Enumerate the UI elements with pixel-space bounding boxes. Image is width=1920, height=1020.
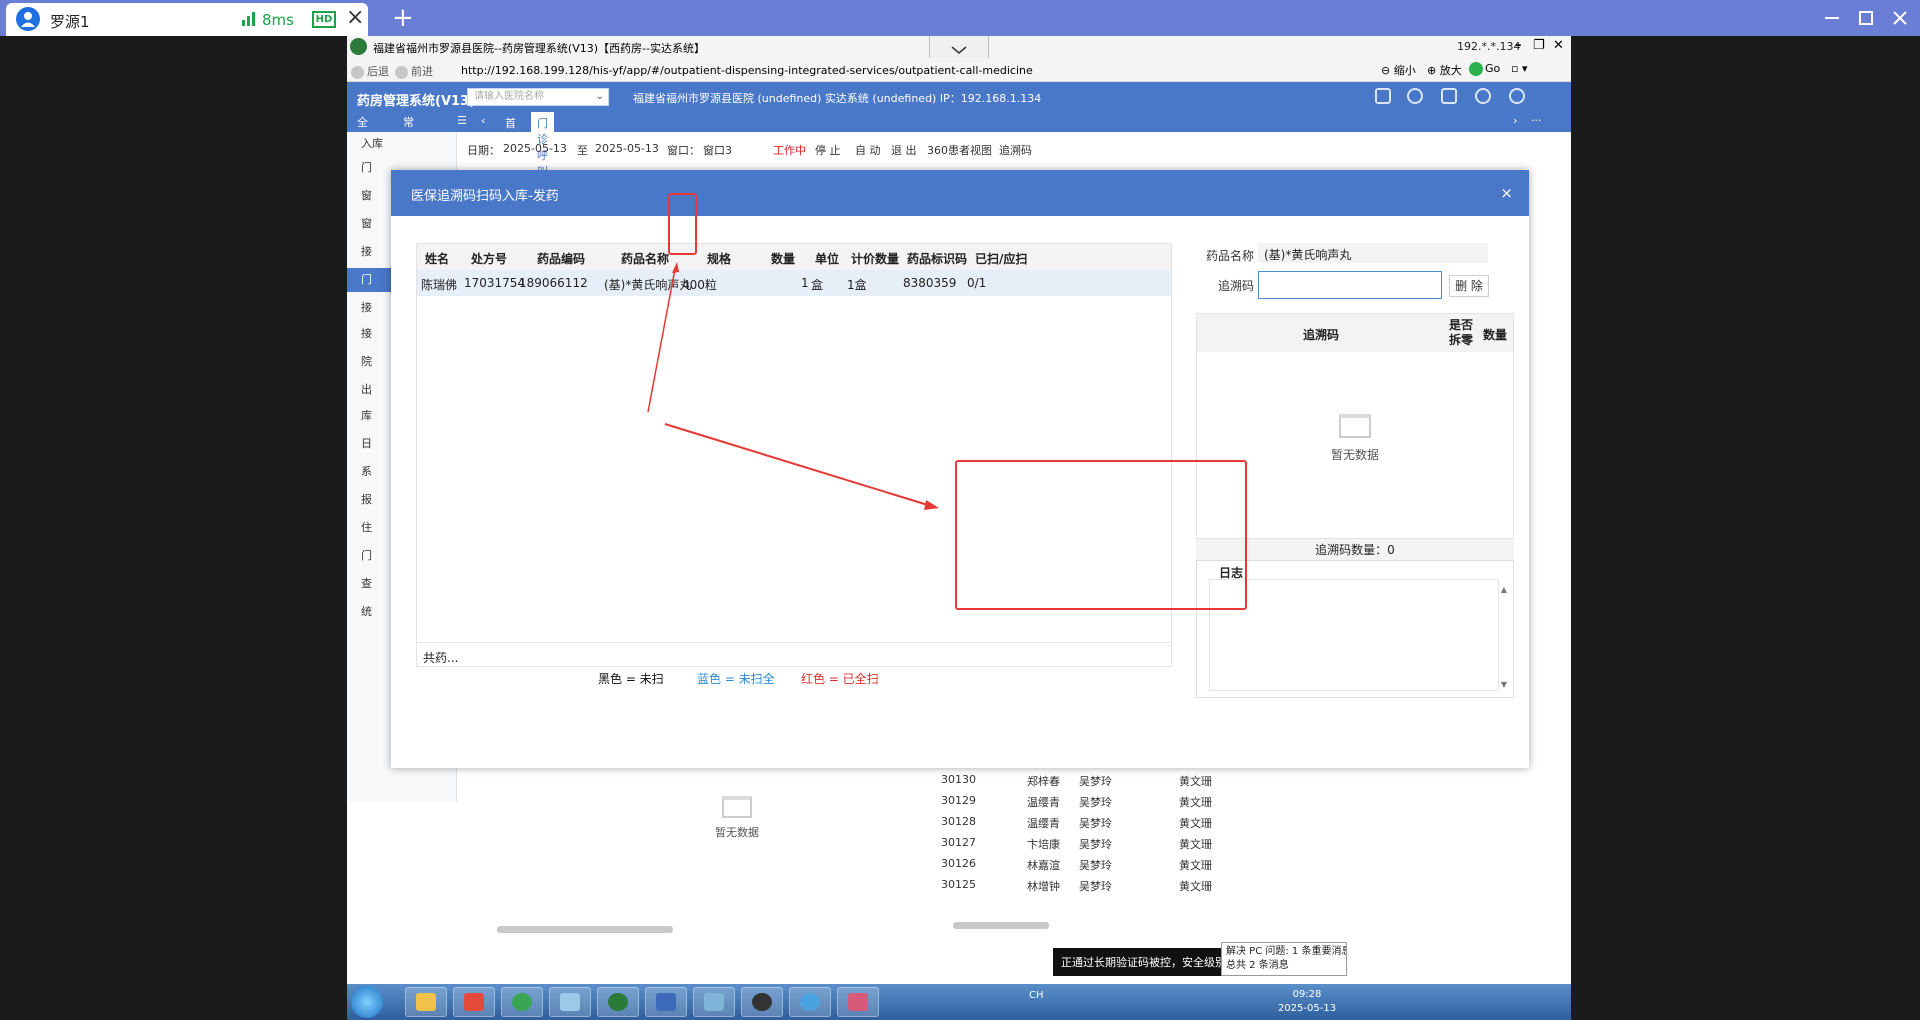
new-tab-button[interactable]: + <box>392 5 414 31</box>
close-window-icon[interactable] <box>1888 6 1912 30</box>
hd-quality-icon[interactable]: HD <box>312 11 336 28</box>
remote-client-titlebar: 罗源1 8ms HD × + <box>0 0 1920 36</box>
close-tab-icon[interactable]: × <box>346 7 364 29</box>
wps-task[interactable] <box>453 987 495 1017</box>
network-task[interactable] <box>645 987 687 1017</box>
arrow-to-log <box>664 423 932 507</box>
arrowhead-right <box>924 500 939 510</box>
notes-task[interactable] <box>549 987 591 1017</box>
remote-desktop[interactable]: 福建省福州市罗源县医院--药房管理系统(V13)【西药房--实达系统】 192.… <box>347 36 1571 1020</box>
start-button[interactable] <box>351 986 383 1018</box>
pharmacy-app-task[interactable] <box>597 987 639 1017</box>
picture-icon <box>704 993 724 1011</box>
letterbox-left <box>0 36 347 1020</box>
tray-language[interactable]: CH <box>1029 990 1044 1001</box>
session-tab-label: 罗源1 <box>50 13 90 31</box>
arrowhead-up <box>672 262 679 273</box>
notes-icon <box>560 993 580 1011</box>
compass-icon <box>752 993 772 1011</box>
arrow-to-quantity <box>647 268 676 413</box>
tool-task[interactable] <box>837 987 879 1017</box>
signal-strength-icon <box>242 12 258 26</box>
chrome-icon <box>512 993 532 1011</box>
security-notification[interactable]: 正通过长期验证码被控，安全级别低 <box>1053 948 1223 976</box>
tool-icon <box>848 993 868 1011</box>
annotation-arrows <box>647 262 939 510</box>
maximize-icon[interactable] <box>1854 6 1878 30</box>
folder-icon <box>416 993 436 1011</box>
browser-icon <box>800 993 820 1011</box>
action-center-notification[interactable]: 解决 PC 问题: 1 条重要消息 总共 2 条消息 <box>1221 942 1347 976</box>
user-avatar-icon <box>16 7 40 31</box>
ie-task[interactable] <box>789 987 831 1017</box>
compass-task[interactable] <box>741 987 783 1017</box>
app-icon <box>608 993 628 1011</box>
photo-task[interactable] <box>693 987 735 1017</box>
letterbox-right <box>1571 36 1920 1020</box>
network-icon <box>656 993 676 1011</box>
chrome-task[interactable] <box>501 987 543 1017</box>
taskbar-clock[interactable]: 09:28 2025-05-13 <box>1271 988 1343 1016</box>
session-tab[interactable]: 罗源1 8ms HD × <box>6 3 368 36</box>
wps-icon <box>464 993 484 1011</box>
minimize-icon[interactable] <box>1820 6 1844 30</box>
taskbar: CH 09:28 2025-05-13 <box>347 984 1571 1020</box>
latency-readout: 8ms <box>262 11 294 29</box>
explorer-task[interactable] <box>405 987 447 1017</box>
